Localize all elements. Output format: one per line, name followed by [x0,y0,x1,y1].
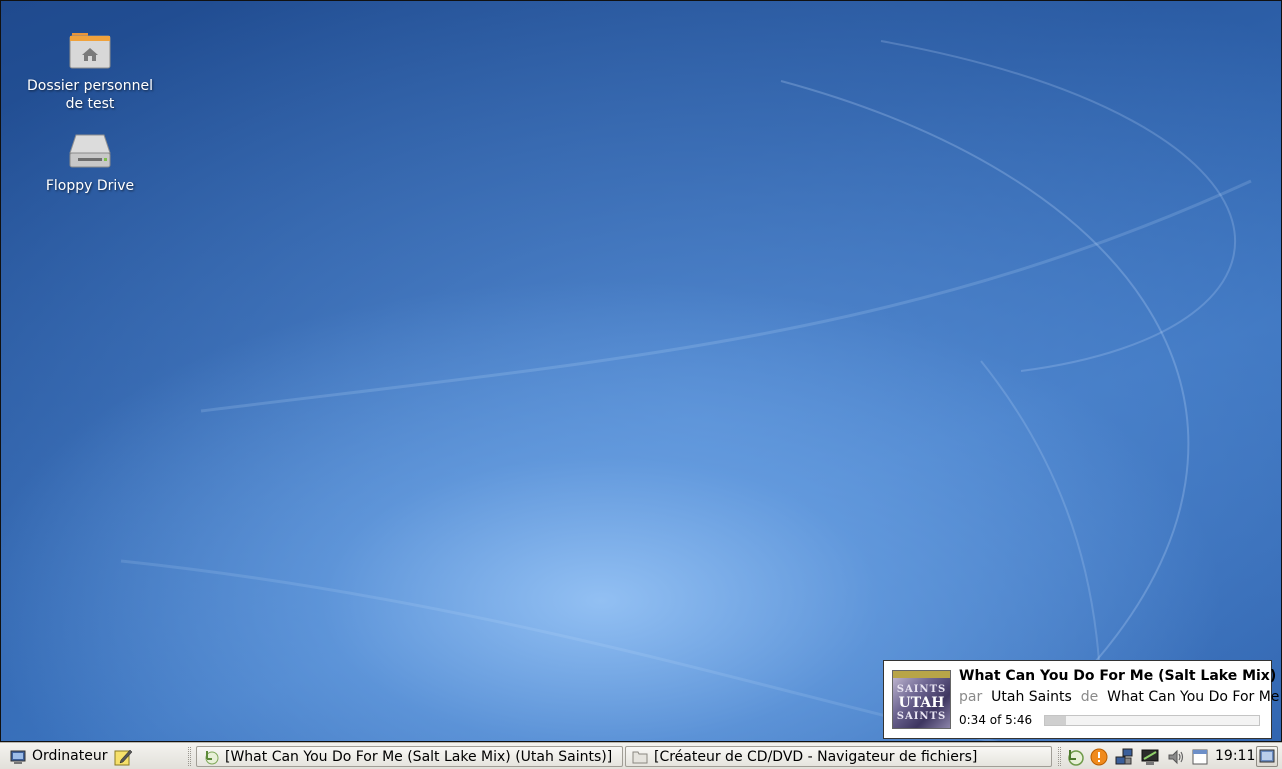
computer-icon [10,750,26,764]
taskbar-grip[interactable] [188,747,191,766]
folder-icon [632,751,648,764]
taskbar: Ordinateur [What Can You Do For Me (Salt… [0,742,1282,769]
task-label: [Créateur de CD/DVD - Navigateur de fich… [654,749,978,765]
task-button-music-player[interactable]: [What Can You Do For Me (Salt Lake Mix) … [196,746,623,767]
desktop-background[interactable]: Dossier personnel de test Floppy Drive S… [0,0,1282,742]
track-details: par Utah Saints de What Can You Do For M… [959,689,1279,705]
album-cover: SAINTS UTAH SAINTS [892,670,951,729]
display-icon[interactable] [1141,748,1159,766]
music-player-tray-icon[interactable] [1066,748,1084,766]
wallpaper-swooshes [120,40,1252,741]
show-desktop-icon [1259,749,1275,763]
desktop-icon-label: Dossier personnel [26,78,153,94]
tray-grip[interactable] [1058,747,1061,766]
track-progress-bar [1044,715,1260,726]
task-label: [What Can You Do For Me (Salt Lake Mix) … [225,749,613,765]
album-cover-text-top: SAINTS [896,684,947,695]
notes-edit-icon [114,749,133,766]
volume-icon[interactable] [1167,748,1185,766]
artist-name: Utah Saints [991,689,1072,705]
show-desktop-button[interactable] [1256,746,1278,767]
from-prefix: de [1080,689,1099,705]
calendar-icon[interactable] [1191,748,1209,766]
floppy-drive-icon [66,127,114,175]
desktop-icon-home-folder[interactable]: Dossier personnel de test [25,27,155,113]
computer-menu-label: Ordinateur [32,748,108,764]
music-player-icon [205,751,219,765]
desktop-icon-label-line2: de test [65,96,115,112]
desktop-icon-floppy-drive[interactable]: Floppy Drive [25,127,155,195]
track-progress-fill [1045,716,1066,725]
task-button-file-browser[interactable]: [Créateur de CD/DVD - Navigateur de fich… [625,746,1052,767]
by-prefix: par [959,689,983,705]
notes-launcher-button[interactable] [111,746,135,767]
album-cover-text-main: UTAH [898,695,945,711]
desktop-icon-label: Floppy Drive [45,178,135,194]
album-cover-text-bottom: SAINTS [896,711,947,722]
update-alert-icon[interactable] [1090,748,1108,766]
clock[interactable]: 19:11 [1215,746,1255,767]
network-icon[interactable] [1115,748,1133,766]
album-name: What Can You Do For Me [1107,689,1280,705]
track-title: What Can You Do For Me (Salt Lake Mix) [959,668,1277,684]
track-time: 0:34 of 5:46 [959,713,1033,727]
now-playing-notification[interactable]: SAINTS UTAH SAINTS What Can You Do For M… [883,660,1279,739]
computer-menu-button[interactable]: Ordinateur [6,746,110,767]
home-folder-icon [66,27,114,75]
